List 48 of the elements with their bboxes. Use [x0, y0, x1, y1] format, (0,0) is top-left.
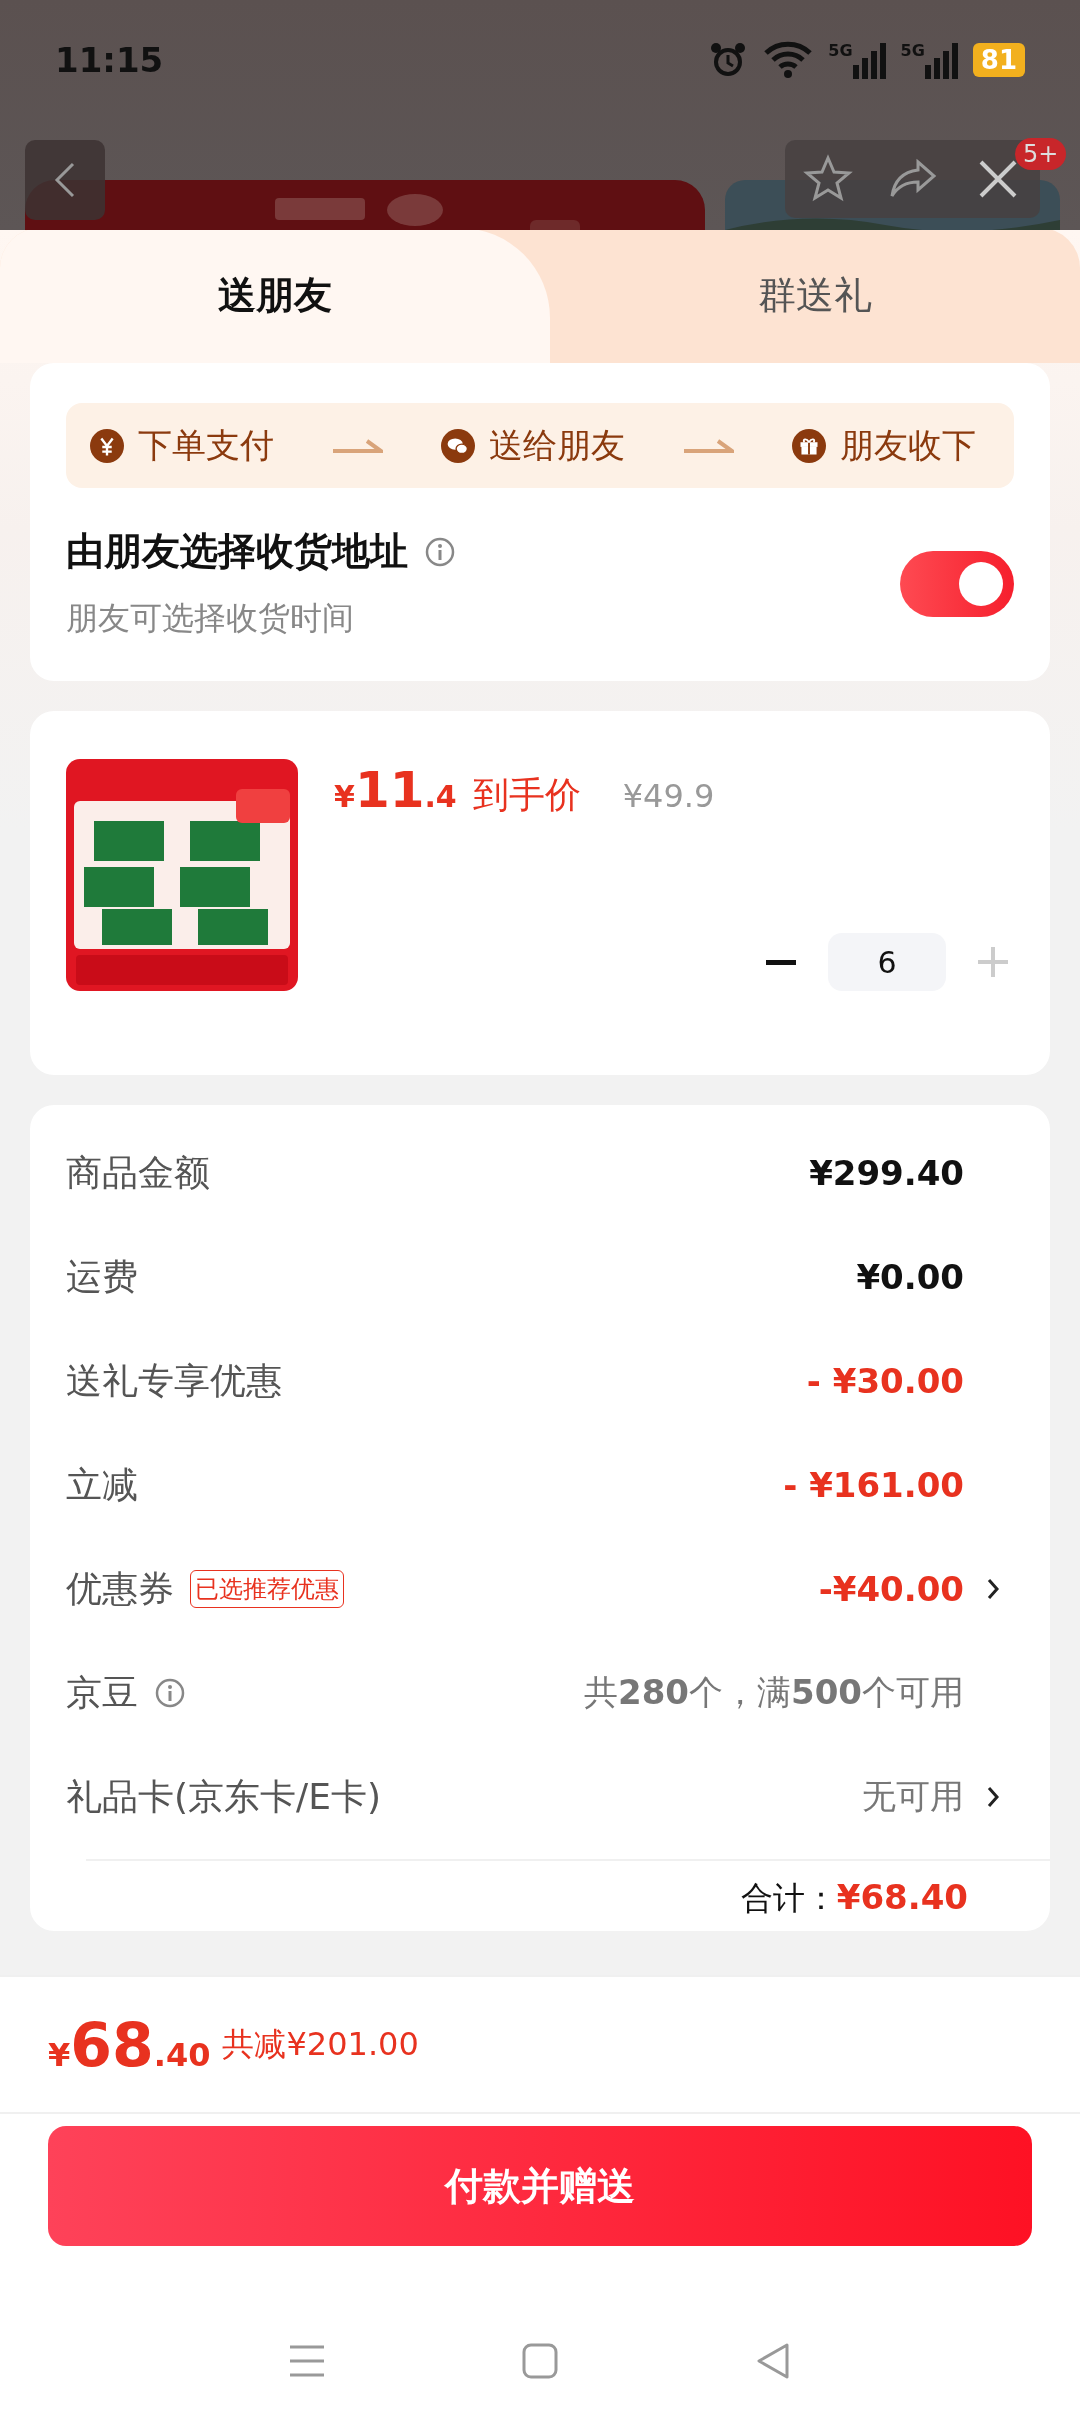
original-price: ¥49.9 [622, 777, 715, 815]
summary-value: - ¥30.00 [806, 1361, 964, 1401]
summary-value: 无可用 [862, 1775, 964, 1818]
coupon-tag: 已选推荐优惠 [190, 1570, 344, 1608]
step-label: 下单支付 [138, 423, 274, 467]
summary-value: - ¥161.00 [783, 1465, 964, 1505]
quantity-field[interactable]: 6 [828, 933, 946, 991]
summary-label: 送礼专享优惠 [66, 1358, 282, 1403]
star-icon[interactable] [802, 154, 853, 204]
deal-price: ¥11.4 [334, 761, 457, 819]
summary-label: 运费 [66, 1254, 138, 1299]
network-label: 5G [900, 41, 925, 60]
tab[interactable]: 群送礼 [550, 230, 1080, 363]
battery-indicator: 81 [972, 43, 1025, 77]
status-time: 11:15 [55, 40, 164, 80]
summary-value: ¥0.00 [856, 1257, 964, 1297]
pay-and-gift-button[interactable]: 付款并赠送 [48, 2126, 1032, 2246]
summary-value: -¥40.00 [818, 1569, 964, 1609]
network-label: 5G [828, 41, 853, 60]
total-value: ¥68.40 [836, 1877, 968, 1917]
signal-icon [852, 41, 887, 79]
step-label: 送给朋友 [489, 423, 625, 467]
summary-label: 京豆 [66, 1670, 138, 1715]
summary-label: 礼品卡(京东卡/E卡) [66, 1774, 381, 1819]
summary-value: ¥299.40 [809, 1153, 964, 1193]
back-button[interactable] [25, 140, 105, 220]
tab[interactable]: 送朋友 [0, 230, 550, 363]
option-subtitle: 朋友可选择收货时间 [66, 598, 355, 639]
gift-icon [792, 428, 826, 463]
notification-badge: 5+ [1015, 138, 1067, 170]
step-label: 朋友收下 [840, 423, 976, 467]
info-icon[interactable] [154, 1677, 186, 1709]
chevron-right-icon[interactable] [986, 1577, 1000, 1601]
deal-price-label: 到手价 [472, 773, 581, 817]
yen-icon [90, 428, 124, 463]
summary-label: 立减 [66, 1462, 138, 1507]
summary-value: 共280个，满500个可用 [584, 1671, 964, 1714]
info-icon[interactable] [424, 535, 456, 568]
summary-label: 优惠券 [66, 1566, 174, 1611]
chat-icon [441, 428, 475, 463]
chevron-right-icon[interactable] [986, 1785, 1000, 1809]
pay-amount: ¥68.40 [48, 2009, 212, 2080]
total-savings: 共减¥201.00 [222, 2023, 419, 2065]
signal-icon [924, 41, 959, 79]
home-icon[interactable] [520, 2341, 560, 2381]
total-label: 合计： [740, 1878, 837, 1919]
option-title: 由朋友选择收货地址 [66, 528, 408, 575]
summary-label: 商品金额 [66, 1150, 210, 1195]
